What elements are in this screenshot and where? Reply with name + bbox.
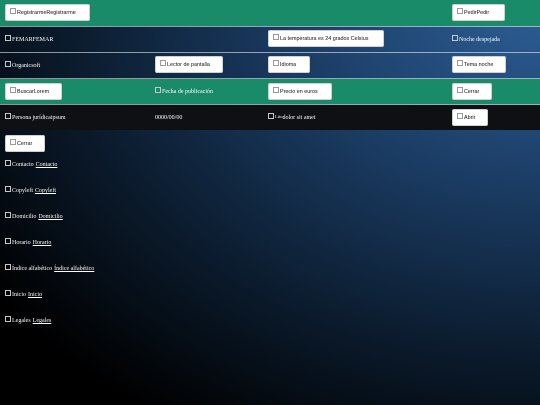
copyleft-icon — [5, 186, 11, 192]
broken-image-icon — [457, 59, 463, 66]
broken-image-icon — [273, 33, 279, 40]
broken-image-icon — [160, 59, 166, 66]
footer-link-indice[interactable]: Índice alfabético Índice alfabético — [5, 264, 94, 272]
broken-image-icon — [457, 7, 463, 14]
price-button[interactable]: Precio en euros — [268, 83, 332, 100]
footer-link-inicio[interactable]: Inicio Inicio — [5, 290, 42, 298]
weather-image: Noche despejada — [452, 27, 500, 52]
tools-row: Organicsoft Lector de pantalla Idioma Te… — [0, 53, 540, 78]
temperature-button[interactable]: La temperatura es 24 grados Celsius — [268, 30, 384, 47]
broken-image-icon — [273, 86, 279, 93]
search-button[interactable]: BuscarLorem — [5, 83, 62, 100]
femar-image: FEMARFEMAR — [5, 27, 53, 52]
close-button[interactable]: Cerrar — [5, 135, 45, 152]
register-button[interactable]: RegistrarmeRegistrarme — [5, 4, 90, 21]
open-button[interactable]: Abrir — [452, 109, 488, 126]
home-icon — [5, 290, 11, 296]
footer-link-horario[interactable]: Horario Horario — [5, 238, 51, 246]
details-row: Persona jurídicaipsum 0000/00/00 Lito dol… — [0, 105, 540, 130]
broken-image-icon — [10, 138, 16, 145]
search-row: BuscarLorem Fecha de publicación Precio … — [0, 79, 540, 104]
info-row: FEMARFEMAR La temperatura es 24 grados C… — [0, 27, 540, 52]
request-button[interactable]: PedirPedir — [452, 4, 505, 21]
date-value: 0000/00/00 — [155, 114, 183, 121]
close-button-row[interactable]: Cerrar — [452, 83, 492, 100]
broken-image-icon — [10, 7, 16, 14]
footer-link-legales[interactable]: Legales Legales — [5, 316, 51, 324]
footer-link-domicilio[interactable]: Domicilio Domicilio — [5, 212, 63, 220]
organicsoft-image: Organicsoft — [5, 53, 40, 78]
broken-image-icon — [273, 59, 279, 66]
language-button[interactable]: Idioma — [268, 56, 310, 73]
night-theme-button[interactable]: Tema noche — [452, 56, 506, 73]
legal-person-image: Persona jurídicaipsum — [5, 105, 66, 130]
femar-logo-icon — [5, 34, 11, 41]
lorem-text: Lito dolor sit amet — [268, 105, 316, 130]
contact-icon — [5, 160, 11, 166]
lorem-image-icon — [268, 112, 274, 119]
organicsoft-logo-icon — [5, 60, 11, 67]
moon-icon — [452, 34, 458, 41]
footer-link-copyleft[interactable]: Copyleft Copyleft — [5, 186, 56, 194]
broken-image-icon — [10, 86, 16, 93]
screen-reader-button[interactable]: Lector de pantalla — [155, 56, 223, 73]
home-address-icon — [5, 212, 11, 218]
calendar-icon — [155, 86, 161, 93]
broken-image-icon — [457, 86, 463, 93]
footer-link-contacto[interactable]: Contacto Contacto — [5, 160, 57, 168]
broken-image-icon — [457, 112, 463, 119]
publication-date-image: Fecha de publicación — [155, 79, 213, 104]
clock-icon — [5, 238, 11, 244]
person-icon — [5, 112, 11, 119]
index-icon — [5, 264, 11, 270]
legal-icon — [5, 316, 11, 322]
header-bar: RegistrarmeRegistrarme PedirPedir — [0, 0, 540, 26]
